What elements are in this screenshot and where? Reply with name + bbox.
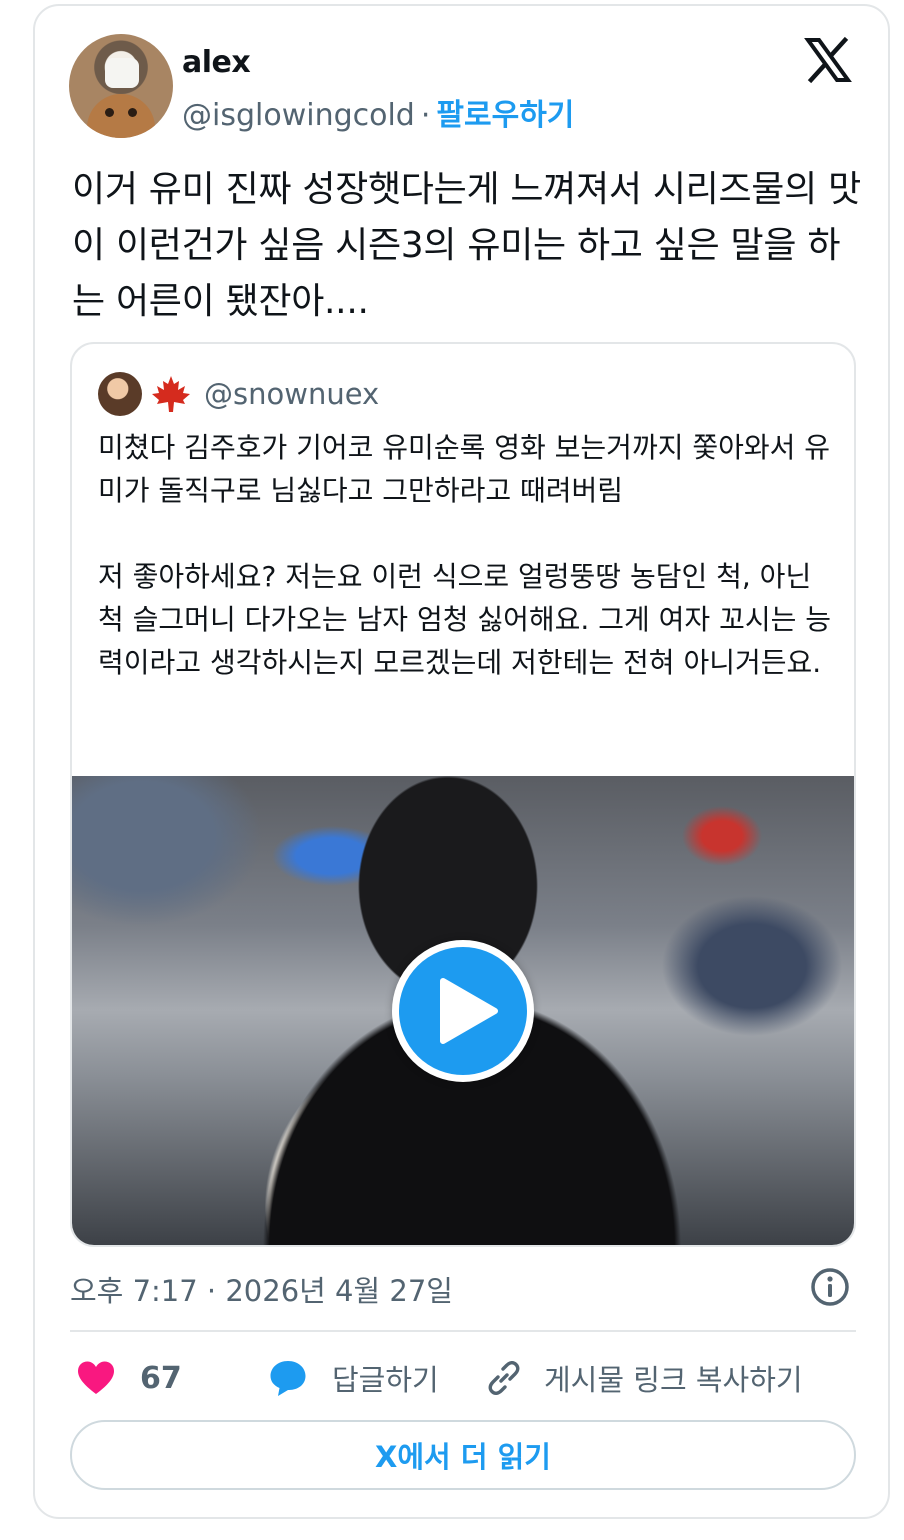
handle-separator: · xyxy=(420,98,431,133)
video-thumbnail[interactable] xyxy=(72,776,854,1245)
tweet-text: 이거 유미 진짜 성장햇다는게 느껴져서 시리즈물의 맛이 이런건가 싶음 시즌… xyxy=(72,169,861,322)
quoted-tweet[interactable]: @snownuex 미쳤다 김주호가 기어코 유미순록 영화 보는거까지 쫓아와… xyxy=(70,342,856,1247)
reply-button[interactable]: 답글하기 xyxy=(268,1346,439,1410)
read-more-on-x-button[interactable]: X에서 더 읽기 xyxy=(70,1420,856,1490)
tweet-timestamp[interactable]: 오후 7:17 · 2026년 4월 27일 xyxy=(70,1268,453,1310)
like-count: 67 xyxy=(140,1360,182,1396)
x-logo-icon[interactable] xyxy=(804,36,852,84)
user-handle[interactable]: @isglowingcold xyxy=(182,98,415,133)
copy-link-button[interactable]: 게시물 링크 복사하기 xyxy=(484,1346,803,1410)
info-icon[interactable] xyxy=(809,1266,851,1308)
follow-button[interactable]: 팔로우하기 xyxy=(436,98,574,133)
copy-link-label: 게시물 링크 복사하기 xyxy=(544,1363,803,1397)
user-display-name[interactable]: alex xyxy=(182,45,251,80)
read-more-label: X에서 더 읽기 xyxy=(375,1440,551,1474)
action-bar: 67 답글하기 게시물 링크 복사하기 xyxy=(70,1346,856,1410)
maple-leaf-icon xyxy=(152,376,190,412)
quoted-user-avatar[interactable] xyxy=(98,372,142,416)
divider xyxy=(70,1330,856,1332)
heart-icon xyxy=(78,1361,114,1394)
play-icon xyxy=(440,978,498,1044)
avatar-mask-detail xyxy=(105,58,139,88)
user-handle-row: @isglowingcold · 팔로우하기 xyxy=(182,90,574,134)
tweet-embed-card: alex @isglowingcold · 팔로우하기 이거 유미 진짜 성장햇다는… xyxy=(33,4,890,1519)
play-button[interactable] xyxy=(392,940,534,1082)
reply-bubble-icon xyxy=(270,1361,306,1396)
quoted-tweet-text: 미쳤다 김주호가 기어코 유미순록 영화 보는거까지 쫓아와서 유미가 돌직구로… xyxy=(98,431,832,679)
quoted-user-handle[interactable]: @snownuex xyxy=(204,377,379,411)
user-avatar[interactable] xyxy=(69,34,173,138)
link-icon xyxy=(488,1361,520,1395)
avatar-bear-detail xyxy=(87,94,155,138)
reply-label: 답글하기 xyxy=(332,1363,439,1397)
like-button[interactable]: 67 xyxy=(76,1346,182,1410)
